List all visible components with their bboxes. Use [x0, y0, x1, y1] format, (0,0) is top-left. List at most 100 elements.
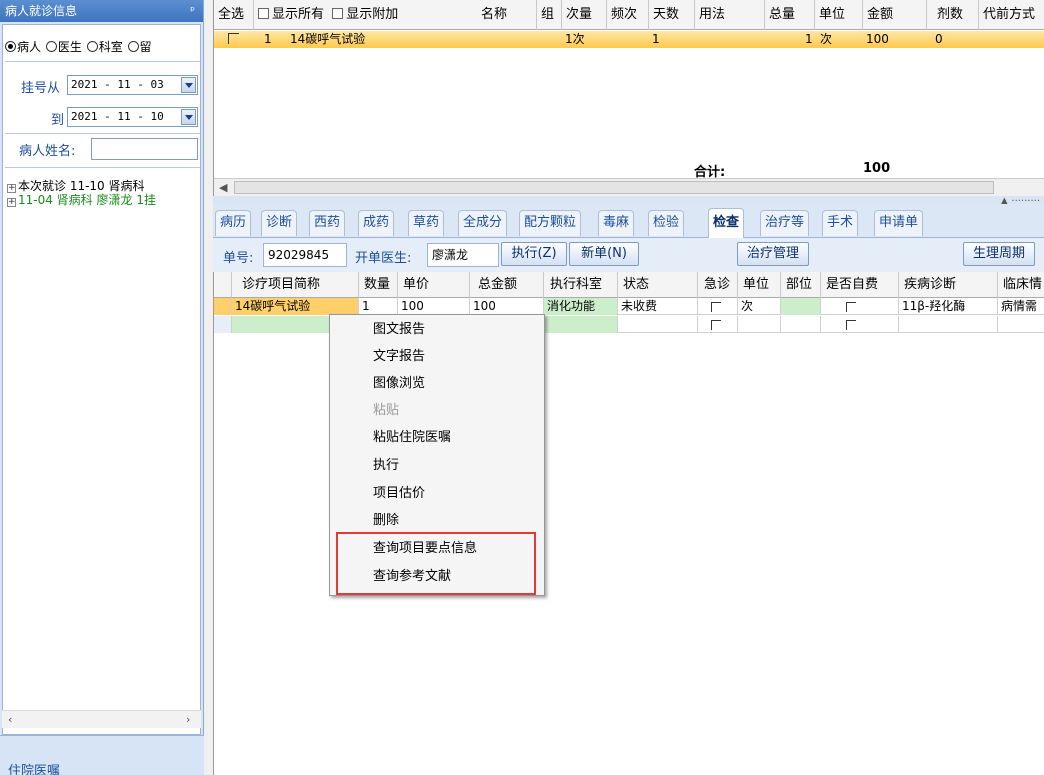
col-self-pay[interactable]: 是否自费	[821, 272, 899, 298]
tab-herbal-medicine[interactable]: 草药	[408, 210, 445, 236]
col-total-amount[interactable]: 总金额	[470, 272, 544, 298]
chevron-down-icon[interactable]	[181, 109, 196, 125]
order-number-field[interactable]: 92029845	[263, 243, 347, 267]
radio-patient[interactable]: 病人	[5, 40, 42, 54]
col-frequency[interactable]: 频次	[607, 0, 649, 30]
cell-total-amount[interactable]: 100	[470, 298, 544, 315]
col-unit[interactable]: 单位	[738, 272, 781, 298]
table-row[interactable]: 14碳呼气试验 1 100 100 消化功能 未收费 次 11β-羟化酶 病情需	[214, 298, 1044, 315]
col-group[interactable]: 组	[537, 0, 562, 30]
physiological-cycle-button[interactable]: 生理周期	[963, 242, 1035, 266]
cell-diagnosis[interactable]: 11β-羟化酶	[899, 298, 998, 315]
cell-unit-price[interactable]: 100	[398, 298, 470, 315]
col-doses[interactable]: 剂数	[927, 0, 979, 30]
show-extra-checkbox[interactable]: 显示附加	[332, 7, 398, 22]
cell-unit[interactable]: 次	[738, 298, 781, 315]
tab-application-form[interactable]: 申请单	[874, 210, 924, 236]
horizontal-scrollbar[interactable]: ◀	[214, 178, 1044, 196]
tab-narcotics[interactable]: 毒麻	[598, 210, 635, 236]
col-exec-dept[interactable]: 执行科室	[544, 272, 618, 298]
tab-patent-medicine[interactable]: 成药	[358, 210, 395, 236]
cell-exec-dept[interactable]: 消化功能	[544, 298, 618, 315]
cell-item-name[interactable]: 14碳呼气试验	[232, 298, 359, 315]
to-date-value: 2021 - 11 - 10	[71, 110, 164, 123]
cell-clinical[interactable]	[998, 316, 1044, 333]
menu-item-image-browse[interactable]: 图像浏览	[373, 373, 425, 395]
tab-full-ingredient[interactable]: 全成分	[458, 210, 508, 236]
col-diagnosis[interactable]: 疾病诊断	[899, 272, 998, 298]
chevron-down-icon[interactable]	[181, 77, 196, 93]
to-date-picker[interactable]: 2021 - 11 - 10	[67, 107, 198, 127]
cell-self-pay[interactable]	[821, 298, 899, 315]
divider	[5, 133, 200, 134]
row-checkbox[interactable]	[228, 31, 239, 48]
radio-department[interactable]: 科室	[86, 40, 124, 54]
from-date-picker[interactable]: 2021 - 11 - 03	[67, 75, 198, 95]
tab-surgery[interactable]: 手术	[822, 210, 859, 236]
patient-name-input[interactable]	[91, 138, 198, 160]
radio-icon	[86, 41, 98, 52]
cell-clinical[interactable]: 病情需	[998, 298, 1044, 315]
execute-button[interactable]: 执行(Z)	[501, 242, 567, 266]
col-quantity[interactable]: 数量	[359, 272, 398, 298]
col-emergency[interactable]: 急诊	[698, 272, 738, 298]
menu-item-delete[interactable]: 删除	[373, 510, 399, 532]
col-usage[interactable]: 用法	[695, 0, 765, 30]
table-row[interactable]: 1 14碳呼气试验 1次 1 1 次 100 0	[214, 31, 1044, 48]
scroll-left-icon[interactable]: ‹	[8, 713, 12, 726]
panel-title-bar: 病人就诊信息 ᵖ	[0, 0, 203, 22]
menu-item-paste-inpatient-order[interactable]: 粘贴住院医嘱	[373, 427, 451, 449]
cell-emergency[interactable]	[698, 298, 738, 315]
row-header-corner	[214, 272, 232, 298]
cell-diagnosis[interactable]	[899, 316, 998, 333]
tab-diagnosis[interactable]: 诊断	[261, 210, 298, 236]
menu-item-execute[interactable]: 执行	[373, 455, 399, 477]
col-status[interactable]: 状态	[618, 272, 698, 298]
cell-part[interactable]	[781, 316, 821, 333]
doctor-field[interactable]: 廖潇龙	[427, 243, 499, 267]
col-decoction[interactable]: 代前方式	[979, 0, 1044, 30]
pin-icon[interactable]: ᵖ	[190, 0, 195, 22]
menu-item-text-report[interactable]: 文字报告	[373, 346, 425, 368]
expand-icon[interactable]: +	[7, 198, 16, 207]
cell-unit[interactable]	[738, 316, 781, 333]
col-amount[interactable]: 金额	[863, 0, 927, 30]
tree-item-previous-visit[interactable]: +11-04 肾病科 廖潇龙 1挂	[7, 191, 156, 208]
tab-western-medicine[interactable]: 西药	[309, 210, 346, 236]
col-unit-price[interactable]: 单价	[398, 272, 470, 298]
cell-self-pay[interactable]	[821, 316, 899, 333]
panel-splitter[interactable]: ▲ ·········	[213, 196, 1044, 207]
panel-title: 病人就诊信息	[5, 4, 78, 18]
radio-stay[interactable]: 留	[127, 40, 153, 54]
tab-examination[interactable]: 检查	[708, 208, 745, 238]
col-clinical[interactable]: 临床情	[998, 272, 1044, 298]
scroll-right-icon[interactable]: ›	[186, 713, 190, 726]
tab-lab-test[interactable]: 检验	[648, 210, 685, 236]
col-days[interactable]: 天数	[649, 0, 695, 30]
col-dose[interactable]: 次量	[562, 0, 607, 30]
scroll-thumb[interactable]	[234, 181, 994, 194]
col-name[interactable]: 名称	[477, 0, 537, 30]
cell-part[interactable]	[781, 298, 821, 315]
treatment-management-button[interactable]: 治疗管理	[737, 242, 809, 266]
menu-item-graphic-report[interactable]: 图文报告	[373, 319, 425, 341]
select-all-header[interactable]: 全选	[214, 0, 254, 30]
col-part[interactable]: 部位	[781, 272, 821, 298]
horizontal-scrollbar[interactable]: ‹ ›	[2, 710, 201, 728]
tab-medical-record[interactable]: 病历	[215, 210, 252, 236]
col-unit[interactable]: 单位	[815, 0, 863, 30]
cell-exec-dept[interactable]	[544, 316, 618, 333]
tab-formula-granules[interactable]: 配方颗粒	[519, 210, 582, 236]
menu-item-estimate[interactable]: 项目估价	[373, 483, 425, 505]
cell-emergency[interactable]	[698, 316, 738, 333]
cell-quantity[interactable]: 1	[359, 298, 398, 315]
new-order-button[interactable]: 新单(N)	[569, 242, 639, 266]
row-frequency: 1	[652, 32, 660, 46]
radio-doctor[interactable]: 医生	[45, 40, 83, 54]
col-item-name[interactable]: 诊疗项目简称	[232, 272, 359, 298]
inpatient-orders-section[interactable]: 住院医嘱	[0, 735, 204, 775]
col-total-qty[interactable]: 总量	[765, 0, 815, 30]
show-all-checkbox[interactable]: 显示所有	[258, 7, 324, 22]
scroll-left-icon[interactable]: ◀	[219, 181, 227, 194]
tab-treatment[interactable]: 治疗等	[760, 210, 810, 236]
